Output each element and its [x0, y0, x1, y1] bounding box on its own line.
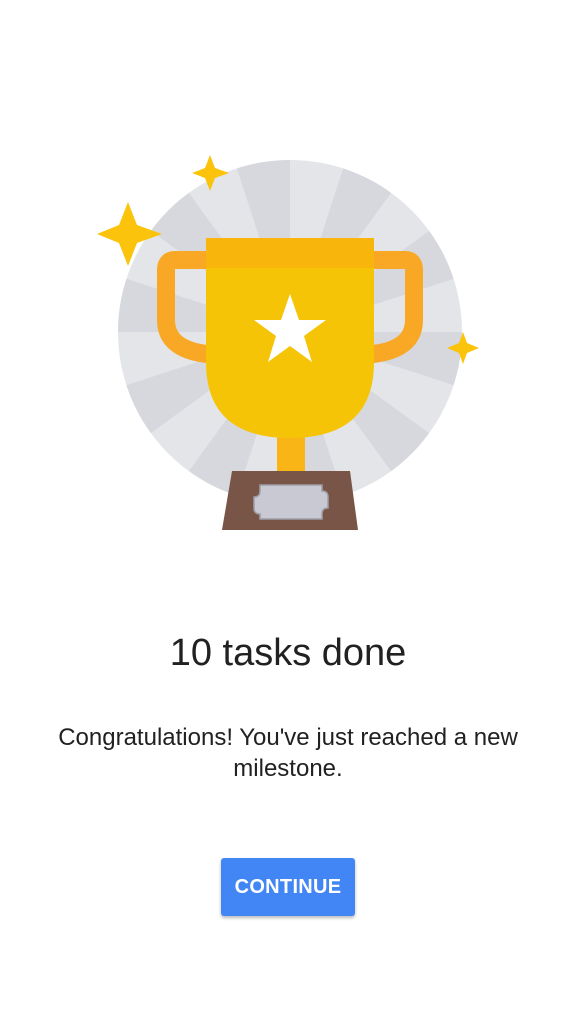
trophy-rim [206, 238, 374, 268]
milestone-message: Congratulations! You've just reached a n… [58, 724, 518, 782]
trophy-illustration [97, 155, 479, 530]
milestone-title: 10 tasks done [169, 632, 407, 674]
continue-button[interactable]: CONTINUE [221, 858, 355, 916]
trophy-plate [253, 484, 329, 520]
